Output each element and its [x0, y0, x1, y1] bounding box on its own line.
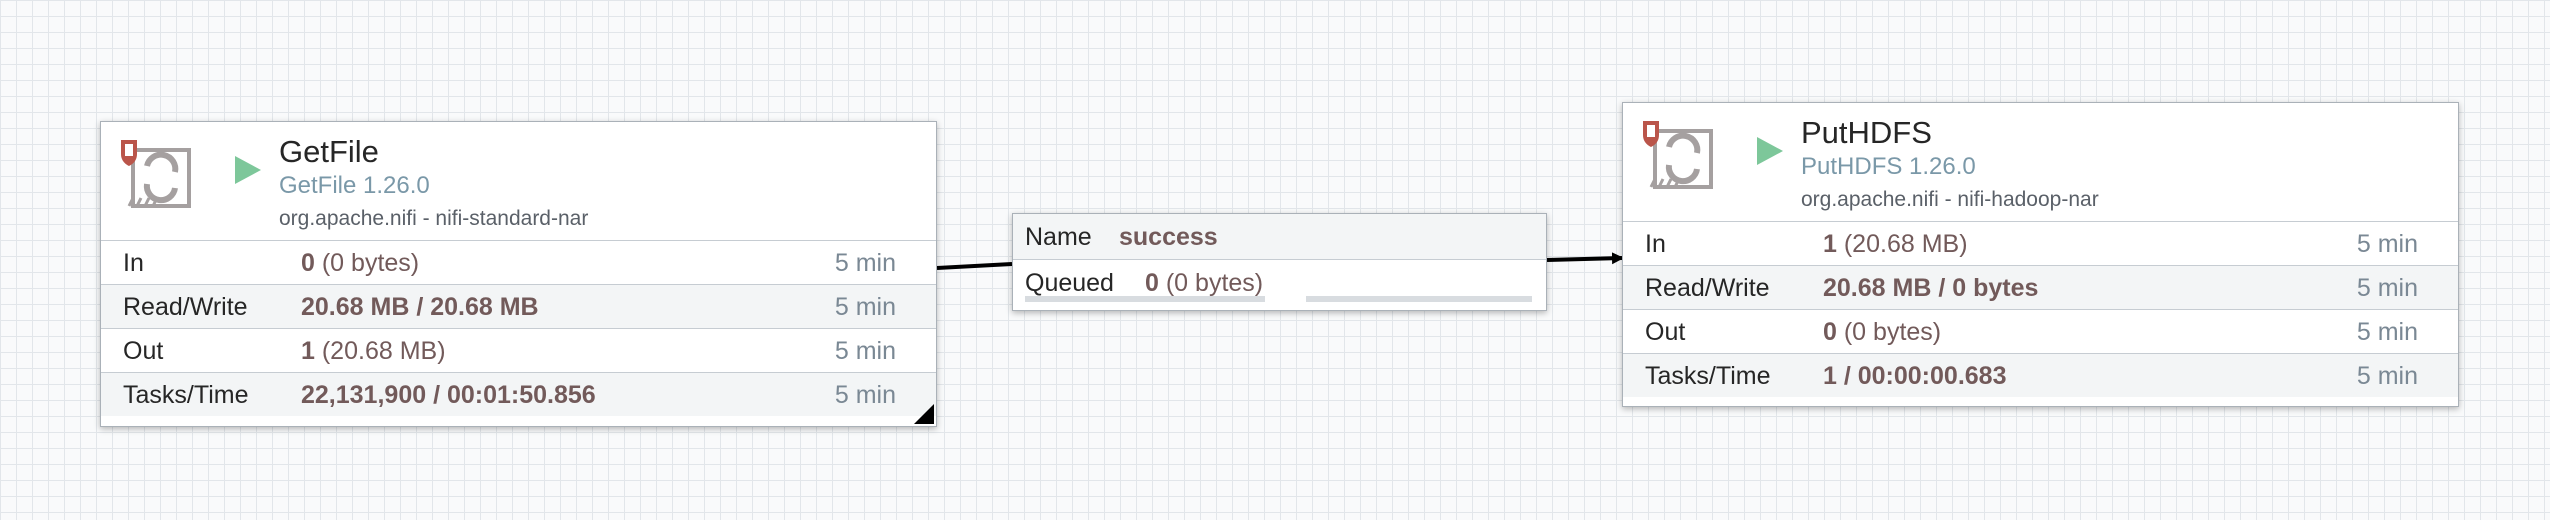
connection-name: success	[1119, 223, 1218, 251]
stat-time: 5 min	[2356, 274, 2418, 302]
processor-bundle: org.apache.nifi - nifi-hadoop-nar	[1801, 188, 2099, 211]
queue-size-bar	[1306, 296, 1532, 302]
stat-value: 0 (0 bytes)	[301, 249, 420, 277]
flow-canvas[interactable]: GetFile GetFile 1.26.0 org.apache.nifi -…	[0, 0, 2550, 520]
stat-label: Tasks/Time	[123, 381, 249, 409]
resize-corner-icon	[914, 404, 934, 424]
connection-queued-row: Queued 0 (0 bytes)	[1013, 260, 1546, 306]
stat-time: 5 min	[2356, 230, 2418, 258]
stat-value: 22,131,900 / 00:01:50.856	[301, 381, 596, 409]
connection-name-label: Name	[1025, 223, 1092, 251]
queue-count-bar	[1025, 296, 1265, 302]
stat-row-read-write: Read/Write 20.68 MB / 0 bytes 5 min	[1623, 265, 2458, 309]
stat-value: 0 (0 bytes)	[1823, 318, 1942, 346]
stat-row-in: In 1 (20.68 MB) 5 min	[1623, 221, 2458, 265]
connection-name-row: Name success	[1013, 214, 1546, 260]
stat-label: In	[1645, 230, 1666, 258]
connection-queued-value: 0 (0 bytes)	[1145, 269, 1264, 297]
stat-row-tasks-time: Tasks/Time 1 / 00:00:00.683 5 min	[1623, 353, 2458, 397]
stat-value: 1 / 00:00:00.683	[1823, 362, 2007, 390]
stat-label: Out	[123, 337, 164, 365]
stat-value: 1 (20.68 MB)	[1823, 230, 1968, 258]
stat-label: Out	[1645, 318, 1686, 346]
processor-header: PutHDFS PutHDFS 1.26.0 org.apache.nifi -…	[1623, 103, 2458, 221]
stat-label: In	[123, 249, 144, 277]
processor-icon	[1643, 121, 1713, 189]
connection-queued-label: Queued	[1025, 269, 1114, 297]
stat-value: 20.68 MB / 0 bytes	[1823, 274, 2039, 302]
stat-time: 5 min	[834, 249, 896, 277]
stat-time: 5 min	[2356, 362, 2418, 390]
stat-row-tasks-time: Tasks/Time 22,131,900 / 00:01:50.856 5 m…	[101, 372, 936, 416]
processor-name: PutHDFS	[1801, 115, 1932, 150]
processor-type: GetFile 1.26.0	[279, 172, 430, 199]
processor-type: PutHDFS 1.26.0	[1801, 153, 1976, 180]
stat-label: Read/Write	[123, 293, 248, 321]
stat-row-read-write: Read/Write 20.68 MB / 20.68 MB 5 min	[101, 284, 936, 328]
processor-getfile[interactable]: GetFile GetFile 1.26.0 org.apache.nifi -…	[100, 121, 937, 427]
connection-line-out	[1546, 252, 1624, 265]
processor-name: GetFile	[279, 134, 379, 169]
stat-label: Tasks/Time	[1645, 362, 1771, 390]
stat-value: 1 (20.68 MB)	[301, 337, 446, 365]
play-icon[interactable]	[229, 152, 265, 188]
connection-label[interactable]: Name success Queued 0 (0 bytes)	[1012, 213, 1547, 311]
stat-row-in: In 0 (0 bytes) 5 min	[101, 240, 936, 284]
play-icon[interactable]	[1751, 133, 1787, 169]
stat-time: 5 min	[834, 337, 896, 365]
stat-label: Read/Write	[1645, 274, 1770, 302]
processor-bundle: org.apache.nifi - nifi-standard-nar	[279, 207, 589, 230]
stat-time: 5 min	[834, 293, 896, 321]
processor-icon	[121, 140, 191, 208]
processor-puthdfs[interactable]: PutHDFS PutHDFS 1.26.0 org.apache.nifi -…	[1622, 102, 2459, 407]
stat-time: 5 min	[2356, 318, 2418, 346]
stat-row-out: Out 0 (0 bytes) 5 min	[1623, 309, 2458, 353]
stat-row-out: Out 1 (20.68 MB) 5 min	[101, 328, 936, 372]
stat-value: 20.68 MB / 20.68 MB	[301, 293, 539, 321]
stat-time: 5 min	[834, 381, 896, 409]
connection-line-in	[936, 262, 1013, 270]
processor-header: GetFile GetFile 1.26.0 org.apache.nifi -…	[101, 122, 936, 240]
